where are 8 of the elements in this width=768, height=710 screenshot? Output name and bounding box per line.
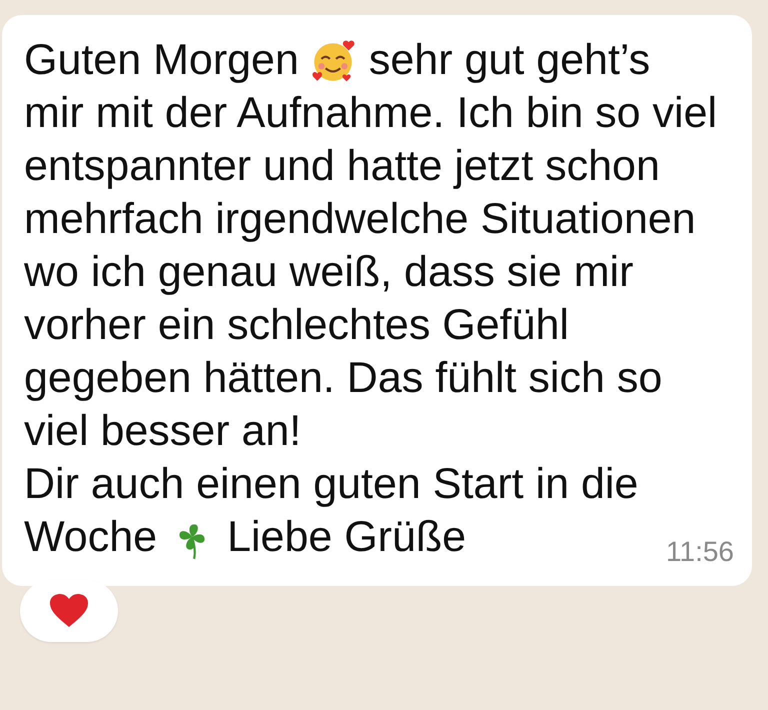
message-text: Guten Morgen [24, 35, 299, 86]
message-text: Woche [24, 512, 158, 563]
message-text: Liebe Grüße [227, 512, 466, 563]
message-text: mir mit der Aufnahme. Ich bin so viel entspannter und hatte jetzt schon mehrfach irgendwelche Situationen wo ich genau weiß, dass sie mir vorher ein schlechtes Gefühl gegeben hätten. Das fühlt sich so viel besser an! Dir auch einen guten Start in die [24, 88, 718, 510]
heart-icon [49, 593, 89, 629]
message-time: 11:56 [666, 535, 734, 569]
smiling-face-icon [310, 38, 357, 84]
message-text: sehr gut geht’s [368, 35, 650, 86]
